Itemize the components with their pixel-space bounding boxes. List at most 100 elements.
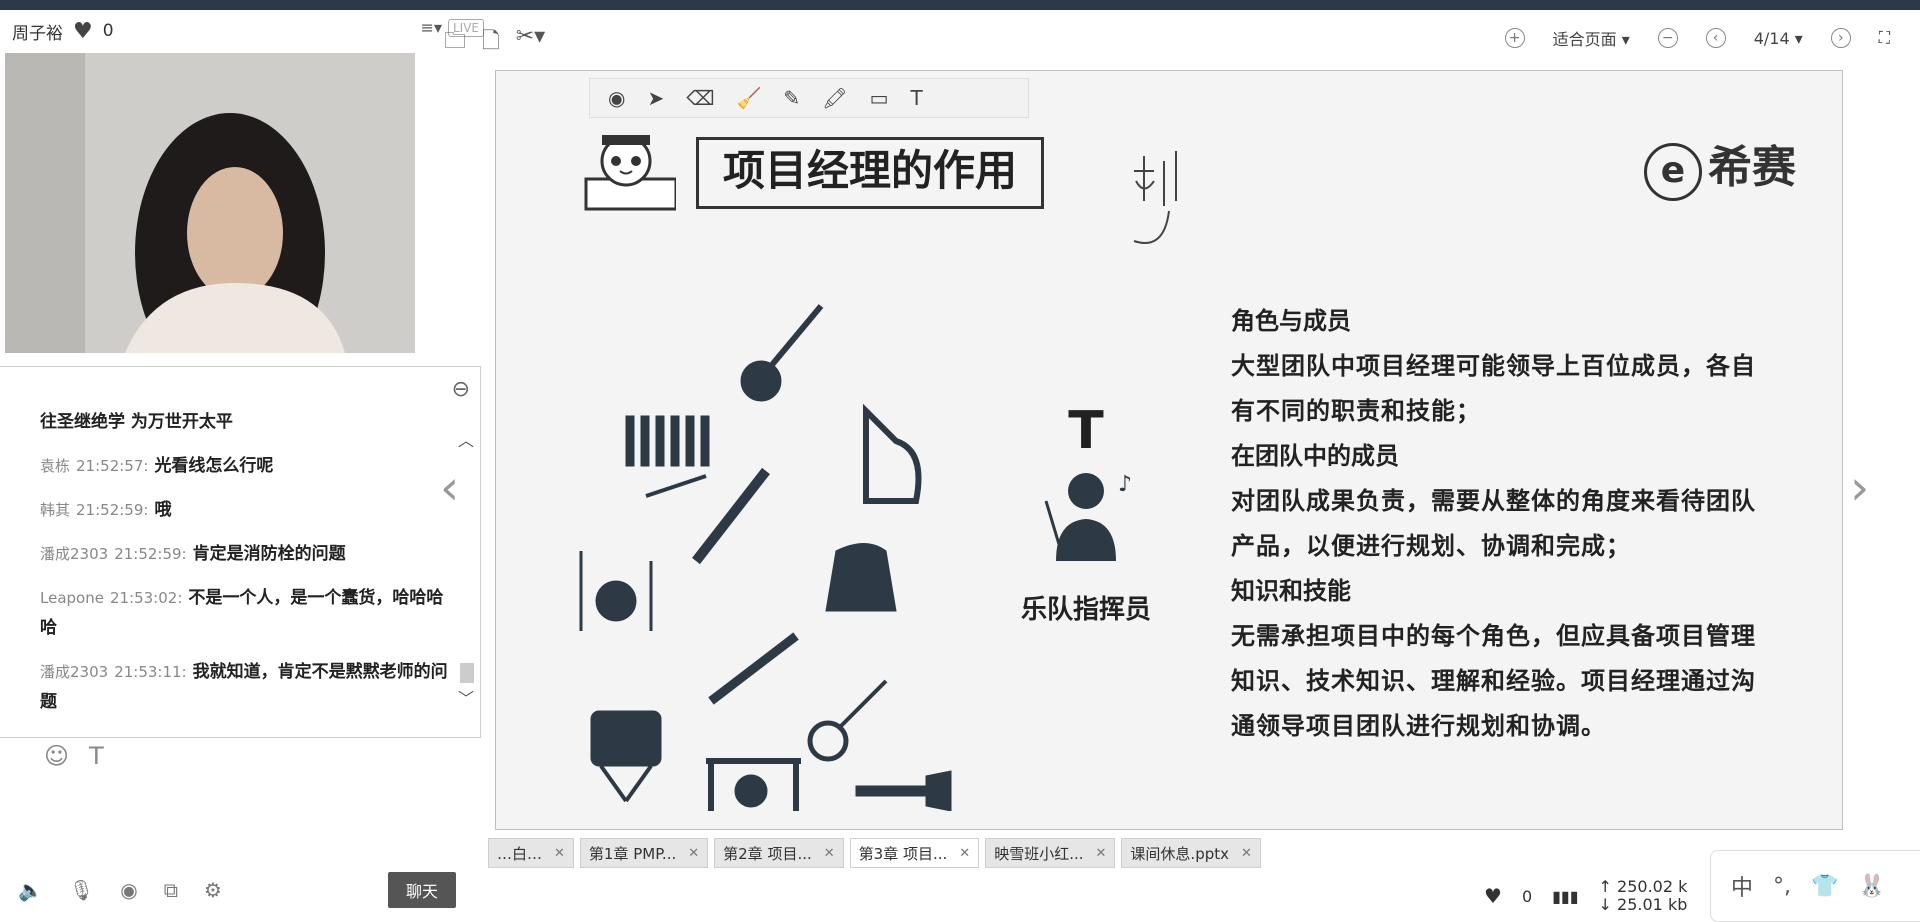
banjo-icon [807,679,888,762]
heart-icon[interactable]: ♥ [73,19,93,44]
chat-button[interactable]: 聊天 [387,872,456,908]
tab-document-active[interactable]: 第3章 项目... ✕ [849,838,980,868]
conductor-icon: ♪ [1044,472,1132,561]
rabbit-mascot-icon: 🐰 [1858,873,1886,899]
prev-page-icon[interactable]: ‹ [1705,28,1726,48]
scissors-icon[interactable]: ✂▾ [516,24,545,62]
microphone-icon[interactable]: 🎙 [69,878,94,902]
slide: ◉ ➤ ⌫ 🧹 ✎ 🖍 ▭ T 项目经理的作用 e 希赛 T ♪ 乐队指挥员 角… [495,70,1843,830]
chat-message: 潘成2303 21:53:11: 我就知道，肯定不是黙黙老师的问题 [40,662,448,712]
ime-widget: 中 °, 👕 🐰 [1710,850,1920,922]
slide-title-bar: 项目经理的作用 [576,131,1086,211]
slide-text: 角色与成员 大型团队中项目经理可能领导上百位成员，各自有不同的职责和技能； 在团… [1231,299,1771,749]
section-heading: 角色与成员 [1231,307,1351,335]
zoom-select[interactable]: 适合页面 ▾ [1553,26,1630,50]
tab-document[interactable]: 第1章 PMP... ✕ [579,838,709,868]
tab-document[interactable]: 第2章 项目... ✕ [714,838,844,868]
handwriting-annotation [1133,151,1177,244]
brand-logo: e 希赛 [1644,131,1796,201]
status-bar: ♥ 0 ▮▮▮ ↑ 250.02 k ↓ 25.01 kb [1484,876,1734,916]
chat-message: 韩其 21:52:59: 哦 [40,500,172,520]
tab-document[interactable]: …白… ✕ [488,838,574,868]
emoji-icon[interactable]: ☺ [44,742,69,770]
section-body: 大型团队中项目经理可能领导上百位成员，各自有不同的职责和技能； [1231,352,1756,425]
camera-icon[interactable]: ◉ [120,878,137,902]
scroll-up-icon[interactable]: ︿ [458,427,474,451]
slide-title: 项目经理的作用 [696,137,1045,209]
settings-icon[interactable]: ⚙ [204,878,222,902]
fullscreen-icon[interactable]: ⛶ [1879,28,1890,48]
svg-text:♪: ♪ [1118,472,1132,497]
clear-icon[interactable]: 🧹 [737,86,762,110]
scrollbar-thumb[interactable] [460,663,474,683]
menu-icon[interactable]: ≡▾ [421,18,442,37]
heart-icon[interactable]: ♥ [1484,884,1502,908]
collapse-icon[interactable]: ⊖ [452,377,470,402]
bottom-controls: 🔈 🎙 ◉ ⧉ ⚙ 聊天 [0,860,558,920]
trumpet-icon [855,770,952,811]
section-body: 对团队成果负责，需要从整体的角度来看待团队产品，以便进行规划、协调和完成； [1231,487,1756,560]
shirt-icon[interactable]: 👕 [1811,874,1838,899]
cat-mascot-icon [584,135,676,211]
drum-kit-icon [579,551,653,631]
conductor-label: 乐队指挥员 [1020,595,1151,625]
chat-message: 往圣继绝学 为万世开太平 [40,412,233,432]
record-icon[interactable]: ◉ [608,86,625,110]
pen-icon[interactable]: ✎ [783,86,800,110]
folder-icon[interactable]: 🗀 [444,24,466,62]
conductor-block: T ♪ 乐队指挥员 [1016,401,1156,701]
tab-document[interactable]: 课间休息.pptx ✕ [1121,838,1261,868]
document-tabs: …白… ✕ 第1章 PMP... ✕ 第2章 项目... ✕ 第3章 项目... ✕ 映… [488,838,1388,868]
section-body: 无需承担项目中的每个角色，但应具备项目管理知识、技术知识、理解和经验。项目经理通… [1231,622,1756,740]
next-page-icon[interactable]: › [1830,28,1851,48]
network-speed: ↑ 250.02 k ↓ 25.01 kb [1598,877,1688,914]
recorder-icon [708,632,799,705]
harp-icon [863,403,922,504]
zoom-in-icon[interactable]: + [1504,28,1525,48]
close-icon[interactable]: ✕ [554,846,565,861]
text-tool-icon[interactable]: T [910,86,922,110]
share-icon[interactable]: ⧉ [164,878,178,902]
close-icon[interactable]: ✕ [1096,846,1107,861]
big-drum-icon [590,710,662,803]
section-heading: 在团队中的成员 [1231,442,1399,470]
eraser-icon[interactable]: ⌫ [686,86,714,110]
clarinet-icon [692,467,770,565]
close-icon[interactable]: ✕ [959,846,970,861]
chat-message: 潘成2303 21:52:59: 肯定是消防栓的问题 [40,544,346,564]
text-format-icon[interactable]: T [89,742,104,770]
punctuation-icon[interactable]: °, [1773,874,1791,899]
next-slide-icon[interactable]: › [1850,460,1869,516]
user-name: 周子裕 [12,23,63,44]
prev-slide-icon[interactable]: ‹ [440,460,459,516]
gong-icon [706,758,801,811]
chat-tools: ☺ T [0,736,524,776]
chat-messages: 往圣继绝学 为万世开太平 袁栋 21:52:57: 光看线怎么行呢 韩其 21:52:… [40,407,460,731]
ime-language[interactable]: 中 [1731,870,1753,902]
instruments-illustration [579,304,952,811]
t-label: T [1068,401,1104,461]
tab-document[interactable]: 映雪班小红... ✕ [985,838,1116,868]
webcam-video [5,53,415,353]
top-border [0,0,1920,10]
logo-mark-icon: e [1644,143,1702,201]
scroll-down-icon[interactable]: ﹀ [458,685,474,709]
close-icon[interactable]: ✕ [824,846,835,861]
document-icon[interactable]: 🗋 [482,24,500,62]
zoom-out-icon[interactable]: − [1657,28,1678,48]
like-count: 0 [1521,886,1533,906]
main-toolbar: 🗀 🗋 ✂▾ + 适合页面 ▾ − ‹ 4/14 ▾ › ⛶ [444,18,1920,58]
rectangle-icon[interactable]: ▭ [870,86,889,110]
pointer-icon[interactable]: ➤ [647,86,664,110]
highlighter-icon[interactable]: 🖍 [822,86,847,110]
chat-panel: ⊖ ︿ ﹀ 往圣继绝学 为万世开太平 袁栋 21:52:57: 光看线怎么行呢 韩其… [0,366,481,738]
guitar-icon [740,304,824,402]
xylophone-icon [625,415,710,498]
chat-message: 袁栋 21:52:57: 光看线怎么行呢 [40,456,274,476]
speaker-icon[interactable]: 🔈 [18,878,43,902]
page-indicator[interactable]: 4/14 ▾ [1754,29,1803,48]
signal-icon: ▮▮▮ [1552,886,1579,906]
close-icon[interactable]: ✕ [1241,846,1252,861]
close-icon[interactable]: ✕ [688,846,699,861]
section-heading: 知识和技能 [1231,577,1351,605]
